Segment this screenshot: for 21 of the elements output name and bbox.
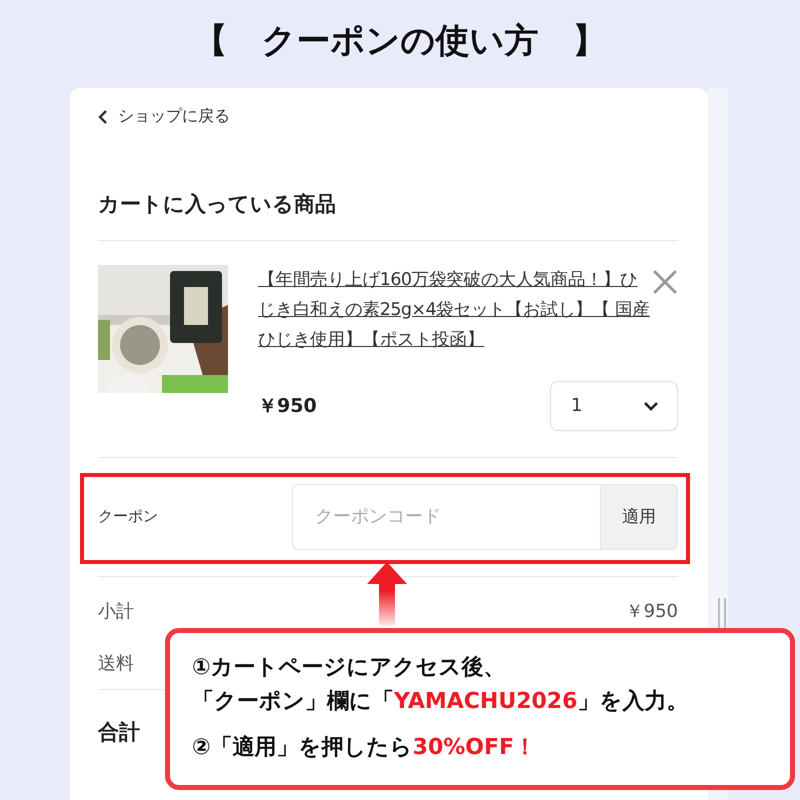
coupon-field[interactable]: クーポンコード	[292, 484, 600, 550]
item-price: ￥950	[258, 394, 317, 418]
total-label: 送料	[98, 652, 134, 674]
back-link[interactable]: ショップに戻る	[98, 106, 230, 127]
close-icon	[652, 268, 678, 294]
apply-button[interactable]: 適用	[600, 484, 678, 550]
total-label: 小計	[98, 600, 134, 622]
chevron-left-icon	[98, 110, 108, 124]
instruction-text: ①カートページにアクセス後、	[192, 654, 507, 682]
instruction-text: 「クーポン」欄に「YAMACHU2026」を入力。	[192, 688, 690, 716]
remove-button[interactable]	[652, 268, 678, 294]
page-title: 【 クーポンの使い方 】	[194, 20, 606, 63]
total-value: ￥950	[626, 600, 678, 622]
quantity-select[interactable]: 1	[550, 380, 678, 430]
instruction-text: ②「適用」を押したら 30%OFF！	[192, 734, 538, 762]
chevron-down-icon	[643, 400, 659, 410]
up-arrow	[367, 562, 407, 626]
coupon-label: クーポン	[98, 507, 158, 526]
cart-heading: カートに入っている商品	[98, 190, 337, 218]
product-link[interactable]: 【年間売り上げ160万袋突破の大人気商品！】ひじき白和えの素25g×4袋セット【お試し】【 国産ひじき使用】【ポスト投函】	[258, 264, 650, 354]
total-label: 合計	[98, 718, 140, 746]
